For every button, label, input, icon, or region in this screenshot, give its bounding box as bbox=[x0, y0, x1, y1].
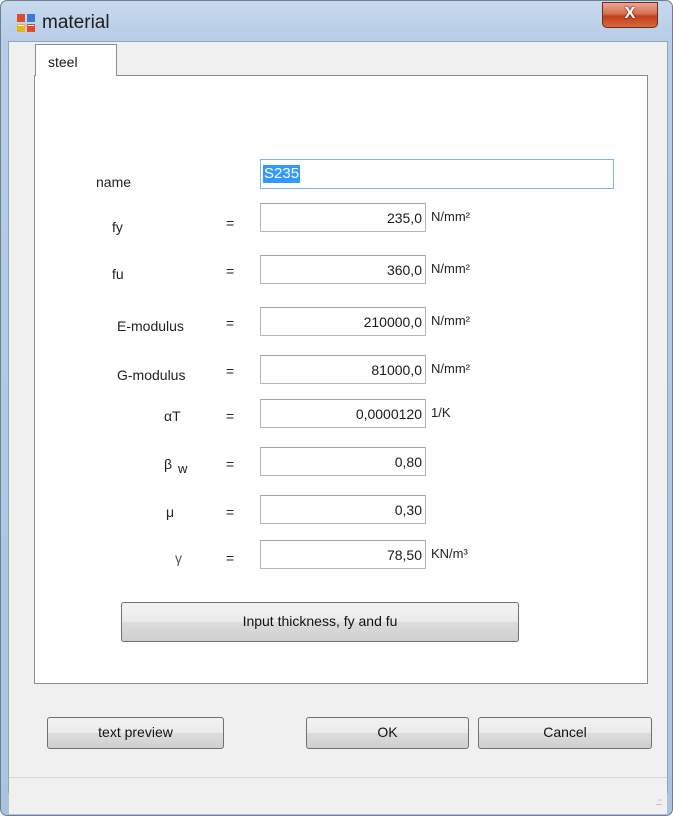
alpha-t-label: αT bbox=[164, 408, 181, 424]
fy-input[interactable]: 235,0 bbox=[260, 203, 426, 232]
fu-unit: N/mm² bbox=[431, 261, 470, 276]
title-bar[interactable]: material X bbox=[1, 1, 672, 41]
cancel-button[interactable]: Cancel bbox=[478, 717, 652, 749]
mu-equals: = bbox=[226, 504, 235, 520]
g-modulus-input[interactable]: 81000,0 bbox=[260, 355, 426, 384]
g-modulus-unit: N/mm² bbox=[431, 361, 470, 376]
text-preview-button[interactable]: text preview bbox=[47, 717, 224, 749]
g-modulus-label: G-modulus bbox=[117, 367, 186, 383]
beta-w-label: β w bbox=[164, 456, 187, 476]
input-thickness-button[interactable]: Input thickness, fy and fu bbox=[121, 602, 519, 642]
fy-equals: = bbox=[226, 215, 235, 231]
gamma-equals: = bbox=[226, 550, 235, 566]
close-button[interactable]: X bbox=[602, 2, 658, 28]
window-title: material bbox=[42, 12, 110, 33]
fy-unit: N/mm² bbox=[431, 209, 470, 224]
g-modulus-equals: = bbox=[226, 363, 235, 379]
alpha-t-input[interactable]: 0,0000120 bbox=[260, 399, 426, 428]
mu-label: μ bbox=[166, 504, 175, 520]
material-window: material X steel name S235 fy = 235,0 N/… bbox=[0, 0, 673, 816]
name-input[interactable]: S235 bbox=[260, 159, 614, 189]
name-label: name bbox=[96, 174, 132, 190]
mu-input[interactable]: 0,30 bbox=[260, 495, 426, 524]
e-modulus-input[interactable]: 210000,0 bbox=[260, 307, 426, 336]
name-value-selected: S235 bbox=[263, 165, 301, 183]
gamma-label: γ bbox=[175, 550, 182, 566]
alpha-t-equals: = bbox=[226, 408, 235, 424]
gamma-unit: KN/m³ bbox=[431, 546, 468, 561]
fu-equals: = bbox=[226, 263, 235, 279]
resize-grip-icon[interactable]: .:: bbox=[656, 797, 662, 808]
gamma-input[interactable]: 78,50 bbox=[260, 540, 426, 569]
ok-button[interactable]: OK bbox=[306, 717, 469, 749]
fu-input[interactable]: 360,0 bbox=[260, 255, 426, 284]
alpha-t-unit: 1/K bbox=[431, 405, 451, 420]
e-modulus-equals: = bbox=[226, 315, 235, 331]
fu-label: fu bbox=[112, 266, 124, 282]
tab-steel[interactable]: steel bbox=[35, 44, 117, 76]
status-bar: .:: bbox=[9, 777, 667, 814]
beta-w-equals: = bbox=[226, 456, 235, 472]
tab-label: steel bbox=[48, 54, 78, 70]
fy-label: fy bbox=[112, 219, 123, 235]
e-modulus-label: E-modulus bbox=[117, 318, 184, 334]
close-icon: X bbox=[624, 5, 636, 22]
beta-subscript: w bbox=[177, 461, 188, 476]
beta-w-input[interactable]: 0,80 bbox=[260, 447, 426, 476]
beta-symbol: β bbox=[164, 456, 173, 472]
form-icon bbox=[17, 14, 35, 32]
e-modulus-unit: N/mm² bbox=[431, 313, 470, 328]
